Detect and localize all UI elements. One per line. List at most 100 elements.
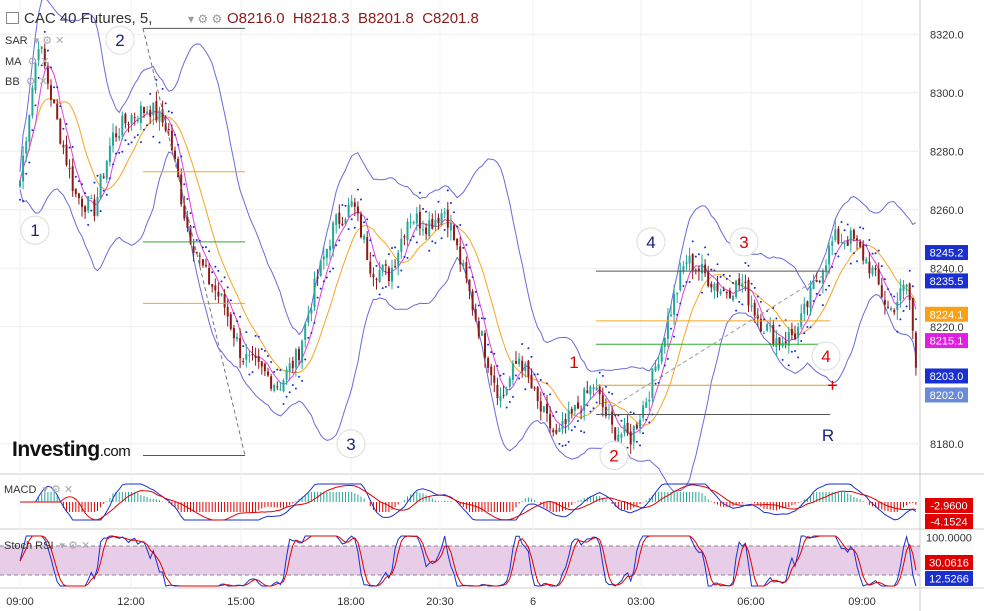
price-tick-label: 8320.0 bbox=[930, 29, 964, 41]
macd-title[interactable]: MACD ▾ ⚙ ✕ bbox=[4, 483, 73, 496]
candle-body bbox=[821, 271, 824, 284]
candle-body bbox=[685, 262, 688, 264]
candle-body bbox=[831, 241, 834, 246]
price-tick-label: 8280.0 bbox=[930, 146, 964, 158]
parabolic-sar-dot bbox=[248, 373, 251, 376]
candle-body bbox=[384, 264, 387, 266]
parabolic-sar-dot bbox=[815, 292, 818, 295]
candle-body bbox=[840, 242, 843, 244]
instrument-title[interactable]: CAC 40 Futures, 5, bbox=[24, 10, 152, 27]
candle-body bbox=[406, 221, 409, 241]
parabolic-sar-dot bbox=[133, 136, 136, 139]
indicator-sar[interactable]: SAR ▾ ⚙ ✕ bbox=[5, 34, 64, 47]
candle-body bbox=[96, 197, 99, 216]
parabolic-sar-dot bbox=[701, 291, 703, 294]
parabolic-sar-dot bbox=[273, 370, 276, 373]
candle-body bbox=[301, 340, 304, 363]
indicator-controls-icon[interactable]: ▾ ⚙ ✕ bbox=[42, 484, 73, 496]
candle-body bbox=[487, 358, 490, 368]
parabolic-sar-dot bbox=[756, 295, 759, 298]
parabolic-sar-dot bbox=[267, 355, 269, 358]
parabolic-sar-dot bbox=[108, 177, 111, 180]
candle-body bbox=[577, 402, 579, 409]
candle-body bbox=[294, 349, 297, 368]
parabolic-sar-dot bbox=[511, 395, 514, 398]
parabolic-sar-dot bbox=[604, 385, 607, 388]
candle-body bbox=[871, 267, 874, 275]
parabolic-sar-dot bbox=[502, 372, 505, 375]
parabolic-sar-dot bbox=[592, 407, 595, 410]
candle-body bbox=[648, 399, 651, 402]
indicator-ma[interactable]: MA ⚙ ✕ bbox=[5, 55, 50, 68]
candle-body bbox=[583, 388, 586, 411]
parabolic-sar-dot bbox=[425, 210, 428, 213]
parabolic-sar-dot bbox=[797, 356, 800, 359]
parabolic-sar-dot bbox=[577, 419, 579, 422]
candle-body bbox=[874, 268, 877, 270]
parabolic-sar-dot bbox=[192, 226, 195, 229]
candle-body bbox=[93, 199, 96, 216]
candle-body bbox=[632, 425, 635, 442]
parabolic-sar-dot bbox=[521, 343, 524, 346]
candle-body bbox=[313, 278, 316, 308]
candle-body bbox=[732, 295, 734, 301]
candle-body bbox=[527, 360, 530, 377]
parabolic-sar-dot bbox=[155, 78, 158, 81]
parabolic-sar-dot bbox=[821, 304, 824, 307]
candle-body bbox=[679, 270, 682, 291]
wave-label: 1 bbox=[30, 221, 39, 240]
parabolic-sar-dot bbox=[335, 244, 338, 247]
candle-body bbox=[53, 99, 56, 104]
parabolic-sar-dot bbox=[186, 198, 189, 201]
parabolic-sar-dot bbox=[806, 325, 809, 328]
candle-body bbox=[363, 235, 366, 240]
price-tag-label: 8245.2 bbox=[930, 248, 964, 260]
candle-body bbox=[639, 420, 641, 429]
candle-body bbox=[183, 205, 186, 219]
parabolic-sar-dot bbox=[449, 202, 452, 205]
candle-body bbox=[586, 390, 589, 393]
candle-body bbox=[205, 265, 207, 267]
parabolic-sar-dot bbox=[282, 403, 285, 406]
parabolic-sar-dot bbox=[552, 415, 555, 418]
parabolic-sar-dot bbox=[666, 357, 669, 360]
indicator-controls-icon[interactable]: ▾ ⚙ ✕ bbox=[34, 35, 65, 47]
parabolic-sar-dot bbox=[818, 294, 821, 297]
parabolic-sar-dot bbox=[77, 180, 80, 183]
parabolic-sar-dot bbox=[31, 129, 34, 132]
parabolic-sar-dot bbox=[415, 241, 418, 244]
candle-body bbox=[59, 118, 62, 144]
parabolic-sar-dot bbox=[164, 102, 167, 105]
indicator-controls-icon[interactable]: ⚙ ✕ bbox=[28, 56, 50, 68]
indicator-bb[interactable]: BB ⚙ ✕ bbox=[5, 75, 48, 88]
parabolic-sar-dot bbox=[468, 266, 471, 269]
candle-body bbox=[580, 411, 583, 413]
candle-body bbox=[50, 85, 52, 100]
stoch-title[interactable]: Stoch RSI ▾ ⚙ ✕ bbox=[4, 539, 90, 552]
candle-body bbox=[56, 103, 59, 120]
candle-body bbox=[288, 363, 291, 372]
candle-body bbox=[555, 429, 558, 434]
parabolic-sar-dot bbox=[115, 152, 118, 155]
parabolic-sar-dot bbox=[635, 440, 638, 443]
candle-body bbox=[614, 427, 617, 440]
candle-body bbox=[232, 327, 235, 339]
parabolic-sar-dot bbox=[394, 246, 397, 249]
parabolic-sar-dot bbox=[366, 218, 369, 221]
price-tag-label: 8235.5 bbox=[930, 276, 964, 288]
parabolic-sar-dot bbox=[313, 321, 316, 324]
parabolic-sar-dot bbox=[180, 155, 183, 158]
indicator-label: MA bbox=[5, 56, 22, 68]
menu-icon[interactable] bbox=[6, 12, 19, 24]
candle-body bbox=[322, 256, 325, 260]
indicator-controls-icon[interactable]: ⚙ ✕ bbox=[26, 76, 48, 88]
candle-body bbox=[226, 307, 229, 317]
chart-settings-icon[interactable]: ▾ ⚙ ⚙ bbox=[188, 12, 222, 26]
indicator-controls-icon[interactable]: ▾ ⚙ ✕ bbox=[60, 540, 91, 552]
time-tick-label: 09:00 bbox=[848, 596, 876, 608]
parabolic-sar-dot bbox=[536, 373, 539, 376]
candle-body bbox=[862, 244, 865, 261]
parabolic-sar-dot bbox=[409, 239, 412, 242]
parabolic-sar-dot bbox=[787, 364, 790, 367]
candle-body bbox=[626, 422, 629, 434]
